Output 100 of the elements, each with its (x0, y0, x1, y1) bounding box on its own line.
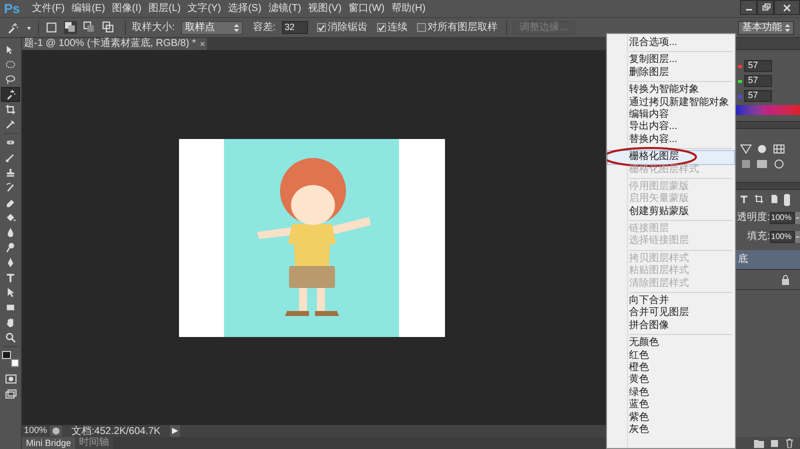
grid-icon[interactable] (772, 143, 785, 155)
add-selection-icon[interactable] (64, 21, 77, 34)
menu-item[interactable]: 红色 (608, 350, 734, 362)
screen-mode-icon[interactable] (4, 389, 16, 401)
menu-item[interactable]: 编辑(E) (70, 2, 106, 14)
new-layer-icon[interactable] (770, 438, 779, 448)
opacity-field[interactable]: 100% (770, 212, 795, 224)
type-icon[interactable] (739, 194, 749, 204)
subtract-selection-icon[interactable] (83, 21, 96, 34)
menu-item[interactable]: 视图(V) (307, 2, 343, 14)
layer-row[interactable]: 底 (736, 250, 800, 270)
layer-name: 底 (738, 252, 748, 267)
folder-icon[interactable] (754, 438, 764, 448)
circle-icon[interactable] (772, 158, 785, 170)
checkbox-label: 对所有图层取样 (428, 20, 498, 35)
menu-item[interactable]: 复制图层... (608, 54, 734, 67)
close-button[interactable]: × (200, 38, 206, 50)
background-color-swatch[interactable] (10, 359, 18, 367)
menu-item[interactable]: 橙色 (608, 362, 734, 374)
magic-wand-icon[interactable] (6, 20, 20, 34)
panel-tab[interactable]: Mini Bridge (22, 437, 76, 449)
channel-value-field[interactable]: 57 (744, 75, 772, 87)
dropdown-arrows-icon (234, 24, 239, 32)
menu-item[interactable]: 合并可见图层 (608, 307, 734, 320)
document-size: 文档:452.2K/604.7K (70, 424, 162, 436)
eraser-icon (5, 197, 16, 208)
dropdown-arrows-icon (785, 24, 790, 32)
caret-icon[interactable] (795, 230, 800, 242)
menu-item[interactable]: 拼合图像 (608, 320, 734, 332)
fill-field[interactable]: 100% (770, 230, 795, 242)
close-icon[interactable] (781, 2, 793, 14)
rectangle-icon (5, 302, 16, 313)
stamp-icon (5, 167, 16, 178)
menu-item[interactable]: 删除图层 (608, 66, 734, 80)
app-logo: Ps (4, 0, 20, 18)
caret-icon[interactable] (26, 24, 32, 30)
workspace-dropdown[interactable]: 基本功能 (738, 20, 794, 34)
pen-icon (5, 257, 16, 268)
checkbox-label: 消除锯齿 (328, 20, 368, 35)
marquee-icon (5, 59, 16, 70)
menu-item[interactable]: 转换为智能对象 (608, 84, 734, 97)
menu-item[interactable]: 绿色 (608, 386, 734, 400)
hand-icon (5, 317, 16, 328)
checkbox-label: 连续 (388, 20, 408, 35)
menu-item[interactable]: 滤镜(T) (267, 2, 302, 14)
menu-item[interactable]: 编辑内容 (608, 108, 734, 122)
menu-item[interactable]: 帮助(H) (390, 2, 427, 14)
channel-value-field[interactable]: 57 (744, 90, 772, 102)
menu-item[interactable]: 图层(L) (147, 2, 182, 14)
menu-item[interactable]: 创建剪贴蒙版 (608, 206, 734, 218)
type-icon (5, 272, 16, 283)
menu-item[interactable]: 无颜色 (608, 337, 734, 350)
tolerance-field[interactable]: 32 (282, 21, 308, 34)
drop-icon (5, 227, 16, 238)
gradient-icon[interactable] (756, 158, 768, 170)
new-selection-icon[interactable] (45, 21, 58, 34)
menu-item[interactable]: 向下合并 (608, 295, 734, 308)
lasso-icon (5, 74, 16, 85)
zoom-level: 100% (23, 424, 46, 438)
menu-item[interactable]: 窗口(W) (348, 2, 386, 14)
foreground-color-swatch[interactable] (2, 351, 10, 359)
brush-icon (5, 152, 16, 163)
eyedropper-icon (5, 119, 16, 130)
document-tab[interactable]: 题-1 @ 100% (卡通素材蓝底, RGB/8) * × (22, 38, 208, 50)
trash-icon[interactable] (785, 438, 794, 448)
status-menu-button[interactable]: ▶ (170, 425, 180, 437)
color-spectrum[interactable] (736, 105, 800, 115)
document-icon[interactable] (769, 194, 779, 204)
field-label: 透明度: (737, 210, 770, 225)
menu-item[interactable]: 替换内容... (608, 134, 734, 146)
field-label: 填充: (747, 230, 770, 244)
menu-item[interactable]: 通过拷贝新建智能对象 (608, 96, 734, 109)
quick-mask-icon[interactable] (4, 373, 16, 385)
channel-value-field[interactable]: 57 (744, 60, 772, 72)
checkbox[interactable] (376, 23, 386, 32)
menu-item[interactable]: 选择(S) (227, 2, 262, 14)
checkbox[interactable] (316, 23, 326, 32)
square-icon[interactable] (740, 158, 752, 170)
sample-size-dropdown[interactable]: 取样点 (180, 20, 243, 34)
menu-item[interactable]: 蓝色 (608, 399, 734, 412)
menu-item[interactable]: 文字(Y) (186, 2, 222, 14)
intersect-selection-icon[interactable] (102, 21, 115, 34)
caret-icon[interactable] (795, 212, 800, 224)
menu-item[interactable]: 灰色 (608, 424, 734, 436)
crop-icon (5, 104, 16, 115)
history-brush-icon (5, 182, 16, 193)
tool-button[interactable] (1, 87, 20, 102)
checkbox[interactable] (416, 23, 426, 32)
menu-item[interactable]: 导出内容... (608, 121, 734, 134)
menu-item[interactable]: 紫色 (608, 412, 734, 424)
menu-item[interactable]: 文件(F) (30, 2, 66, 14)
menu-item[interactable]: 混合选项... (608, 37, 734, 50)
zoom-icon (5, 332, 16, 343)
triangle-icon[interactable] (740, 143, 752, 155)
lollipop-icon (5, 242, 16, 253)
menu-item[interactable]: 黄色 (608, 374, 734, 387)
crop-icon[interactable] (754, 194, 764, 204)
restore-icon[interactable] (760, 2, 772, 14)
menu-item[interactable]: 图像(I) (111, 2, 142, 14)
arrow-icon (5, 287, 16, 298)
